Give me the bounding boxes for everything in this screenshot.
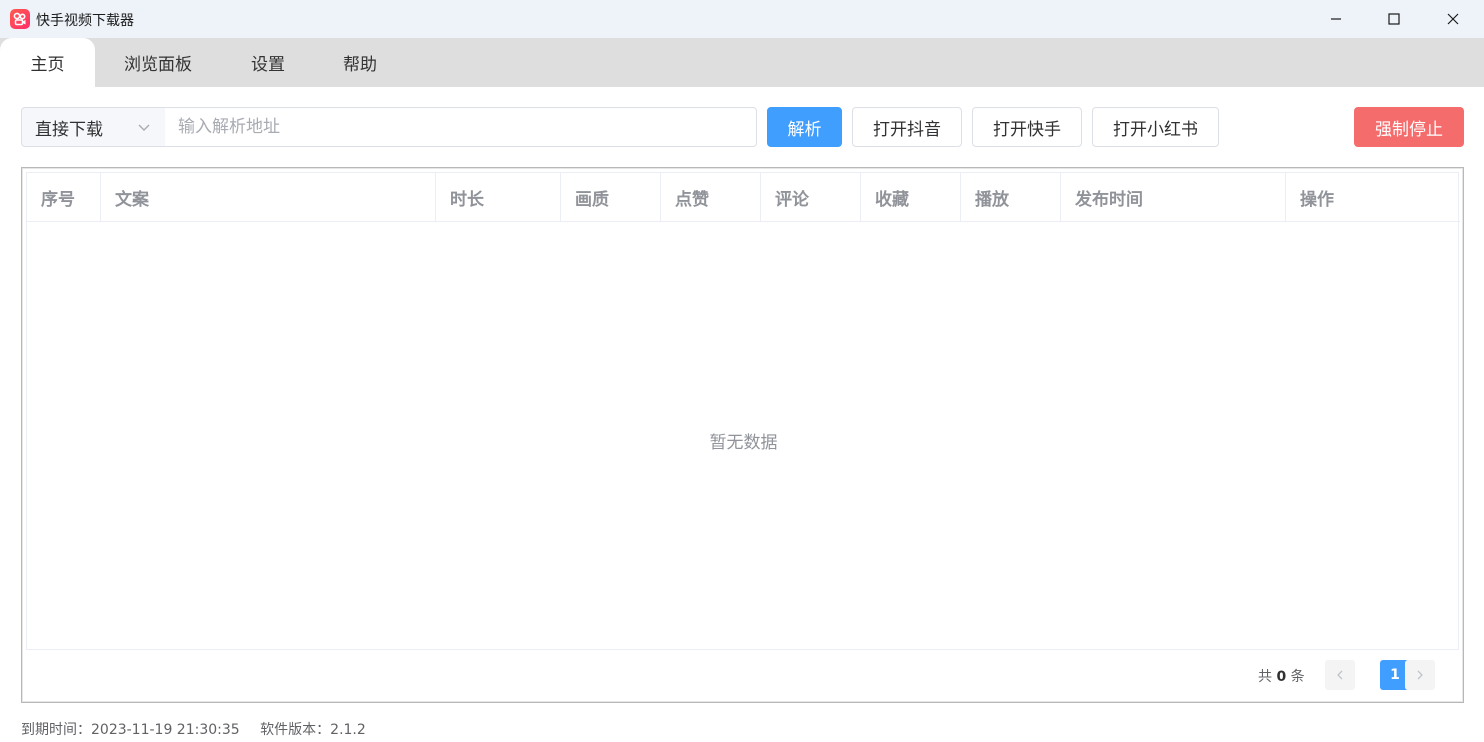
tab-bar: 主页 浏览面板 设置 帮助 [0, 38, 1484, 87]
maximize-button[interactable] [1365, 0, 1423, 38]
tab-settings[interactable]: 设置 [232, 38, 304, 87]
open-kuaishou-button[interactable]: 打开快手 [972, 107, 1082, 147]
column-header-plays: 播放 [961, 173, 1061, 221]
prev-page-button[interactable] [1325, 660, 1355, 690]
column-header-duration: 时长 [436, 173, 561, 221]
table-divider [26, 649, 1459, 650]
tab-home[interactable]: 主页 [0, 38, 95, 87]
column-header-index: 序号 [27, 173, 101, 221]
column-header-publish-time: 发布时间 [1061, 173, 1286, 221]
kuaishou-logo-icon [10, 9, 30, 29]
app-window: 快手视频下载器 主页 浏览面板 设置 帮助 直接下载 解析 打开抖音 打开快手 … [0, 0, 1484, 742]
software-version: 软件版本：2.1.2 [260, 722, 366, 738]
expire-value: 2023-11-19 21:30:35 [91, 722, 240, 738]
open-douyin-button[interactable]: 打开抖音 [852, 107, 962, 147]
column-header-comments: 评论 [761, 173, 861, 221]
total-prefix: 共 [1258, 669, 1272, 685]
chevron-left-icon [1337, 670, 1343, 680]
version-value: 2.1.2 [330, 722, 366, 738]
minimize-button[interactable] [1307, 0, 1365, 38]
close-button[interactable] [1424, 0, 1482, 38]
force-stop-button[interactable]: 强制停止 [1354, 107, 1464, 147]
chevron-right-icon [1417, 670, 1423, 680]
column-header-quality: 画质 [561, 173, 661, 221]
total-suffix: 条 [1290, 669, 1305, 685]
table-header: 序号 文案 时长 画质 点赞 评论 收藏 播放 发布时间 操作 [27, 173, 1460, 222]
expire-time: 到期时间：2023-11-19 21:30:35 [21, 722, 240, 738]
window-title: 快手视频下载器 [36, 13, 134, 29]
total-count: 0 [1276, 669, 1287, 685]
download-mode-value: 直接下载 [35, 119, 103, 140]
download-mode-select[interactable]: 直接下载 [21, 107, 166, 147]
column-header-favorites: 收藏 [861, 173, 961, 221]
maximize-icon [1388, 13, 1400, 25]
tab-browse-panel[interactable]: 浏览面板 [108, 38, 208, 87]
version-label: 软件版本： [260, 722, 331, 738]
parse-button[interactable]: 解析 [767, 107, 842, 147]
title-bar: 快手视频下载器 [0, 0, 1484, 38]
empty-table-text: 暂无数据 [709, 433, 778, 453]
tab-help[interactable]: 帮助 [324, 38, 396, 87]
close-icon [1447, 13, 1459, 25]
pagination-total: 共 0 条 [1258, 666, 1305, 686]
minimize-icon [1331, 18, 1341, 20]
results-table: 序号 文案 时长 画质 点赞 评论 收藏 播放 发布时间 操作 暂无数据 [26, 172, 1460, 650]
next-page-button[interactable] [1405, 660, 1435, 690]
chevron-down-icon [138, 124, 150, 131]
url-input[interactable] [165, 107, 757, 147]
results-table-frame: 序号 文案 时长 画质 点赞 评论 收藏 播放 发布时间 操作 暂无数据 共 0… [21, 167, 1464, 703]
expire-label: 到期时间： [21, 722, 91, 738]
status-bar: 到期时间：2023-11-19 21:30:35 软件版本：2.1.2 [21, 719, 382, 739]
column-header-actions: 操作 [1300, 189, 1334, 210]
column-header-likes: 点赞 [661, 173, 761, 221]
column-header-caption: 文案 [101, 173, 436, 221]
open-xiaohongshu-button[interactable]: 打开小红书 [1092, 107, 1219, 147]
